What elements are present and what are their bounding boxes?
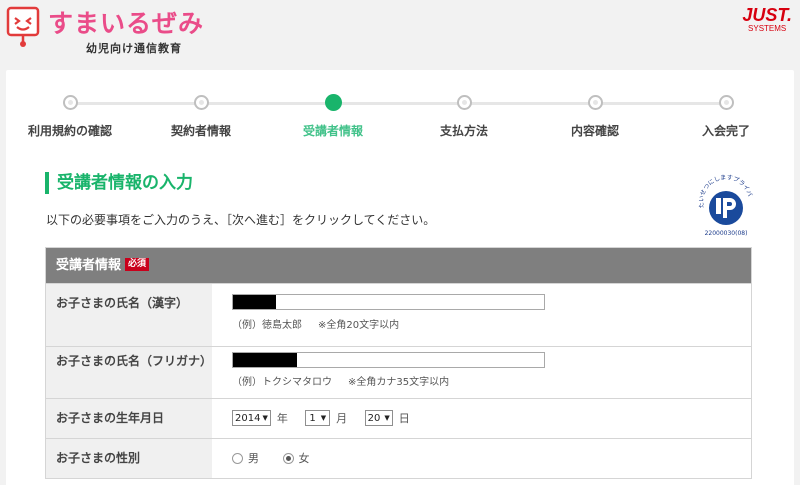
brand-main: JUST.: [742, 5, 792, 25]
name-kana-label: お子さまの氏名（フリガナ）: [46, 347, 212, 398]
step-label: 受講者情報: [302, 124, 363, 138]
page-title: 受講者情報の入力: [45, 172, 193, 194]
step-label: 支払方法: [439, 124, 488, 138]
year-unit: 年: [276, 412, 288, 425]
step-confirm: 内容確認: [535, 95, 655, 139]
gender-female-radio[interactable]: [282, 452, 294, 464]
redacted-value: [233, 295, 276, 309]
page-description: 以下の必要事項をご入力のうえ、［次へ進む］をクリックしてください。: [46, 213, 436, 227]
name-kana-input[interactable]: [232, 352, 545, 368]
redacted-value: [233, 353, 297, 367]
step-label: 入会完了: [701, 124, 750, 138]
birthdate-label: お子さまの生年月日: [46, 399, 212, 438]
birth-day-value: 20: [367, 413, 381, 424]
step-dot-current: [324, 94, 342, 111]
gender-label: お子さまの性別: [46, 439, 212, 478]
privacy-mark-icon: たいせつにしますプライバシー 22000030(08): [696, 174, 753, 237]
form-row-birthdate: お子さまの生年月日 2014 ▼ 年 1 ▼ 月 20 ▼ 日: [46, 398, 751, 438]
gender-male-label: 男: [248, 452, 259, 465]
privacy-mark-number: 22000030(08): [705, 230, 748, 237]
step-dot: [62, 95, 78, 110]
step-payment: 支払方法: [404, 95, 524, 139]
form-section-header: 受講者情報 必須: [46, 248, 751, 283]
dropdown-arrow-icon: ▼: [320, 414, 327, 422]
step-dot: [193, 95, 209, 110]
gender-female-label: 女: [298, 452, 310, 465]
hint-rule: ※全角カナ35文字以内: [348, 377, 450, 388]
month-unit: 月: [336, 412, 348, 425]
name-kana-hint: （例）トクシマタロウ ※全角カナ35文字以内: [232, 373, 751, 388]
hint-example: （例）徳島太郎: [232, 320, 302, 331]
day-unit: 日: [398, 412, 410, 425]
logo-text: すまいるぜみ: [48, 9, 205, 38]
name-kanji-input[interactable]: [232, 294, 545, 310]
birth-month-select[interactable]: 1 ▼: [305, 410, 331, 426]
step-label: 利用規約の確認: [27, 124, 112, 138]
form-row-name-kana: お子さまの氏名（フリガナ） （例）トクシマタロウ ※全角カナ35文字以内: [46, 346, 751, 398]
step-dot: [456, 95, 472, 110]
step-dot: [587, 95, 603, 110]
step-student: 受講者情報: [273, 94, 393, 139]
form-row-name-kanji: お子さまの氏名（漢字） （例）徳島太郎 ※全角20文字以内: [46, 283, 751, 346]
step-contractor: 契約者情報: [141, 95, 261, 139]
name-kanji-hint: （例）徳島太郎 ※全角20文字以内: [232, 316, 751, 331]
birth-month-value: 1: [309, 413, 316, 424]
justsystems-logo[interactable]: JUST. SYSTEMS: [742, 6, 792, 33]
birth-day-select[interactable]: 20 ▼: [364, 410, 393, 426]
site-header: すまいるぜみ 幼児向け通信教育 JUST. SYSTEMS: [0, 0, 800, 68]
step-terms: 利用規約の確認: [10, 95, 130, 139]
birth-year-value: 2014: [235, 413, 261, 424]
name-kanji-label: お子さまの氏名（漢字）: [46, 284, 212, 346]
step-label: 契約者情報: [170, 124, 231, 138]
smile-logo-icon: [6, 6, 40, 47]
gender-male-radio[interactable]: [232, 452, 243, 464]
dropdown-arrow-icon: ▼: [262, 414, 268, 422]
form-section-title: 受講者情報: [56, 258, 122, 273]
brand-sub: SYSTEMS: [748, 24, 787, 33]
main-card: 利用規約の確認 契約者情報 受講者情報 支払方法 内容確認 入会完了 受講者情報…: [6, 70, 794, 485]
student-form: 受講者情報 必須 お子さまの氏名（漢字） （例）徳島太郎 ※全角20文字以内 お子さ…: [45, 247, 752, 479]
progress-stepper: 利用規約の確認 契約者情報 受講者情報 支払方法 内容確認 入会完了: [6, 70, 794, 145]
step-label: 内容確認: [570, 124, 619, 138]
hint-rule: ※全角20文字以内: [318, 320, 400, 331]
step-dot: [718, 95, 734, 110]
required-badge: 必須: [125, 258, 150, 271]
hint-example: （例）トクシマタロウ: [232, 377, 332, 388]
birth-year-select[interactable]: 2014 ▼: [232, 410, 271, 426]
form-row-gender: お子さまの性別 男 女: [46, 438, 751, 478]
logo-subtitle: 幼児向け通信教育: [86, 42, 182, 55]
step-complete: 入会完了: [666, 95, 786, 139]
dropdown-arrow-icon: ▼: [384, 414, 390, 422]
